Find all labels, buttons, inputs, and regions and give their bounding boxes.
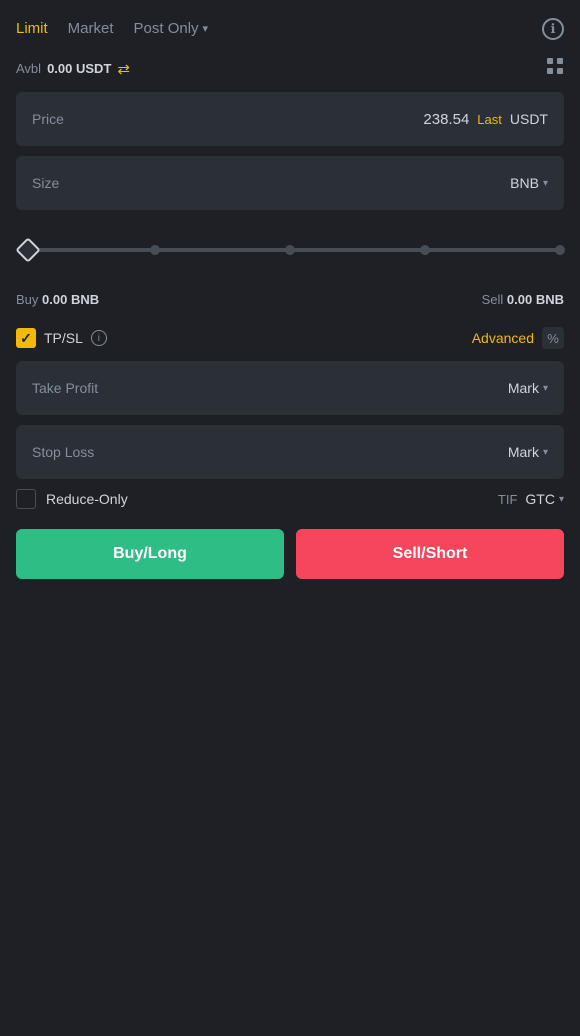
sell-short-button[interactable]: Sell/Short [296, 529, 564, 579]
last-label: Last [477, 112, 502, 127]
action-buttons: Buy/Long Sell/Short [16, 529, 564, 579]
buy-amount: Buy 0.00 BNB [16, 292, 99, 307]
tpsl-label: TP/SL [44, 330, 83, 346]
tif-section: TIF GTC ▾ [498, 491, 564, 507]
reduce-only-checkbox[interactable] [16, 489, 36, 509]
price-value: 238.54 [423, 111, 469, 128]
slider-dot-25[interactable] [150, 245, 160, 255]
slider-track [20, 248, 560, 252]
tab-bar: Limit Market Post Only ▾ ℹ [16, 16, 564, 41]
reduce-only-left: Reduce-Only [16, 489, 128, 509]
gtc-dropdown[interactable]: GTC ▾ [525, 491, 564, 507]
tif-label: TIF [498, 492, 518, 507]
stop-loss-input-group[interactable]: Stop Loss Mark ▾ [16, 425, 564, 479]
stop-loss-label: Stop Loss [32, 444, 94, 460]
reduce-only-row: Reduce-Only TIF GTC ▾ [16, 489, 564, 509]
grid-icon[interactable] [546, 57, 564, 80]
sell-amount: Sell 0.00 BNB [482, 292, 564, 307]
take-profit-input-group[interactable]: Take Profit Mark ▾ [16, 361, 564, 415]
percent-icon[interactable]: % [542, 327, 564, 349]
chevron-down-icon: ▾ [543, 383, 548, 394]
advanced-button[interactable]: Advanced [472, 330, 534, 346]
price-input-group[interactable]: Price 238.54 Last USDT [16, 92, 564, 146]
price-right: 238.54 Last USDT [423, 111, 548, 128]
check-icon: ✓ [20, 330, 32, 347]
tpsl-checkbox[interactable]: ✓ [16, 328, 36, 348]
chevron-down-icon: ▾ [559, 494, 564, 505]
buy-sell-row: Buy 0.00 BNB Sell 0.00 BNB [16, 292, 564, 307]
avbl-row: Avbl 0.00 USDT ⇄ [16, 57, 564, 80]
size-label: Size [32, 175, 59, 191]
tpsl-right: Advanced % [472, 327, 564, 349]
slider-thumb[interactable] [15, 237, 40, 262]
stop-loss-trigger-dropdown[interactable]: Mark ▾ [508, 444, 548, 460]
avbl-balance: Avbl 0.00 USDT ⇄ [16, 60, 130, 78]
chevron-down-icon: ▾ [543, 178, 548, 189]
slider-dot-75[interactable] [420, 245, 430, 255]
tpsl-info-icon[interactable]: i [91, 330, 107, 346]
tpsl-row: ✓ TP/SL i Advanced % [16, 327, 564, 349]
price-currency: USDT [510, 111, 548, 127]
tab-limit[interactable]: Limit [16, 16, 48, 41]
info-icon[interactable]: ℹ [542, 18, 564, 40]
chevron-down-icon: ▾ [203, 22, 209, 35]
transfer-icon[interactable]: ⇄ [117, 60, 130, 78]
slider-container[interactable] [16, 220, 564, 288]
tab-postonly[interactable]: Post Only ▾ [134, 16, 209, 41]
tpsl-left: ✓ TP/SL i [16, 328, 107, 348]
size-input-group[interactable]: Size BNB ▾ [16, 156, 564, 210]
avbl-value: 0.00 USDT [47, 61, 111, 76]
take-profit-label: Take Profit [32, 380, 98, 396]
reduce-only-label: Reduce-Only [46, 491, 128, 507]
take-profit-trigger-dropdown[interactable]: Mark ▾ [508, 380, 548, 396]
price-label: Price [32, 111, 64, 127]
buy-long-button[interactable]: Buy/Long [16, 529, 284, 579]
slider-dot-50[interactable] [285, 245, 295, 255]
size-currency-dropdown[interactable]: BNB ▾ [510, 175, 548, 191]
chevron-down-icon: ▾ [543, 447, 548, 458]
slider-dot-100[interactable] [555, 245, 565, 255]
tab-market[interactable]: Market [68, 16, 114, 41]
